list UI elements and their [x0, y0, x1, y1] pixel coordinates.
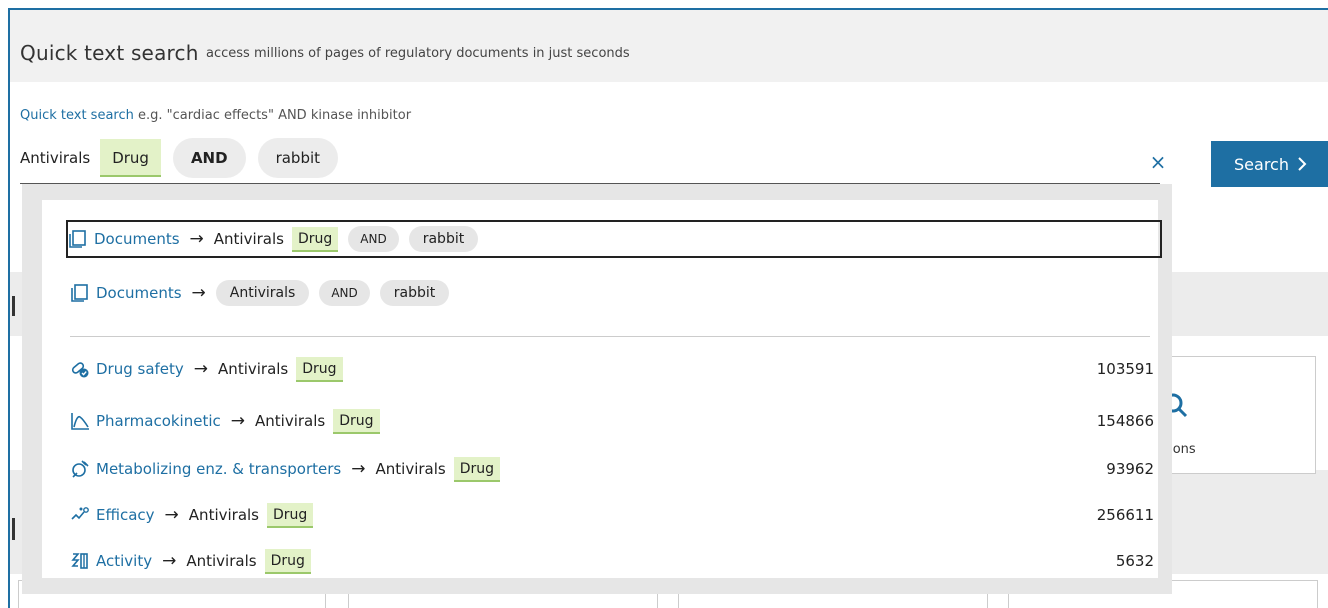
- suggestion-efficacy[interactable]: Efficacy → Antivirals Drug 256611: [70, 496, 1154, 534]
- background-heading-fragment: [12, 518, 15, 540]
- pharmacokinetic-icon: [70, 411, 90, 431]
- suggestion-term-pill: rabbit: [379, 280, 450, 306]
- background-heading-fragment: [12, 296, 15, 316]
- search-hint: Quick text search e.g. "cardiac effects"…: [20, 108, 411, 123]
- page-title: Quick text search: [20, 41, 199, 65]
- search-panel: Quick text search access millions of pag…: [8, 8, 1328, 608]
- hint-link[interactable]: Quick text search: [20, 108, 134, 123]
- result-count: 103591: [1096, 360, 1154, 378]
- arrow-right-icon: →: [230, 411, 246, 431]
- suggestion-term: Antivirals: [218, 360, 289, 378]
- suggestion-category: Documents: [94, 230, 180, 248]
- suggestion-documents-with-tag[interactable]: Documents → Antivirals Drug AND rabbit: [66, 220, 1162, 258]
- suggestion-tag: Drug: [264, 548, 311, 574]
- document-icon: [70, 283, 90, 303]
- result-count: 256611: [1096, 506, 1154, 524]
- result-count: 154866: [1096, 412, 1154, 430]
- query-term-pill[interactable]: rabbit: [257, 138, 339, 178]
- arrow-right-icon: →: [351, 459, 366, 479]
- suggestion-tag: Drug: [453, 456, 500, 482]
- suggestion-term: Antivirals: [213, 230, 284, 248]
- hint-example: e.g. "cardiac effects" AND kinase inhibi…: [138, 108, 412, 123]
- suggestion-operator: AND: [319, 280, 370, 306]
- suggestion-term-pill: Antivirals: [215, 280, 310, 306]
- search-button-label: Search: [1234, 154, 1289, 174]
- suggestion-term: Antivirals: [255, 412, 326, 430]
- panel-header: Quick text search access millions of pag…: [10, 10, 1328, 82]
- query-term: Antivirals: [20, 149, 91, 167]
- suggestion-term: Antivirals: [186, 552, 257, 570]
- suggestion-category: Documents: [96, 284, 182, 302]
- suggestion-drug-safety[interactable]: Drug safety → Antivirals Drug 103591: [70, 350, 1154, 388]
- arrow-right-icon: →: [191, 283, 206, 303]
- suggestion-term: Antivirals: [375, 460, 446, 478]
- suggestion-documents[interactable]: Documents → Antivirals AND rabbit: [70, 274, 1154, 312]
- query-tag-drug[interactable]: Drug: [100, 139, 161, 177]
- suggestion-tag: Drug: [267, 502, 314, 528]
- arrow-right-icon: →: [189, 229, 204, 249]
- suggestion-operator: AND: [348, 226, 399, 252]
- suggestion-category: Activity: [96, 552, 153, 570]
- document-icon: [68, 229, 88, 249]
- result-count: 5632: [1115, 552, 1154, 570]
- search-button[interactable]: Search: [1211, 141, 1328, 187]
- chevron-right-icon: [1298, 157, 1307, 171]
- query-operator[interactable]: AND: [172, 138, 246, 178]
- suggestion-tag: Drug: [296, 356, 343, 382]
- suggestion-activity[interactable]: Activity → Antivirals Drug 5632: [70, 542, 1154, 580]
- suggestion-term-pill: rabbit: [408, 226, 479, 252]
- autocomplete-dropdown: Documents → Antivirals Drug AND rabbit D…: [22, 184, 1172, 594]
- search-input[interactable]: Antivirals Drug AND rabbit: [20, 136, 339, 180]
- page-subtitle: access millions of pages of regulatory d…: [206, 46, 630, 61]
- suggestion-category: Drug safety: [96, 360, 184, 378]
- clear-button[interactable]: ×: [1146, 150, 1170, 174]
- suggestion-tag: Drug: [291, 226, 339, 252]
- arrow-right-icon: →: [162, 551, 177, 571]
- suggestion-pharmacokinetic[interactable]: Pharmacokinetic → Antivirals Drug 154866: [70, 402, 1154, 440]
- suggestion-category: Pharmacokinetic: [96, 412, 221, 430]
- suggestion-category: Efficacy: [96, 506, 155, 524]
- result-count: 93962: [1106, 460, 1154, 478]
- activity-icon: [70, 551, 90, 571]
- efficacy-icon: [70, 505, 90, 525]
- suggestion-metabolizing[interactable]: Metabolizing enz. & transporters → Antiv…: [70, 450, 1154, 488]
- arrow-right-icon: →: [164, 505, 179, 525]
- suggestion-term: Antivirals: [188, 506, 259, 524]
- arrow-right-icon: →: [193, 359, 209, 379]
- close-icon: ×: [1149, 150, 1167, 174]
- suggestion-category: Metabolizing enz. & transporters: [96, 460, 342, 478]
- suggestion-tag: Drug: [333, 408, 380, 434]
- list-divider: [70, 336, 1150, 337]
- autocomplete-list: Documents → Antivirals Drug AND rabbit D…: [42, 200, 1162, 580]
- metabolizing-icon: [70, 459, 90, 479]
- drug-safety-icon: [70, 359, 90, 379]
